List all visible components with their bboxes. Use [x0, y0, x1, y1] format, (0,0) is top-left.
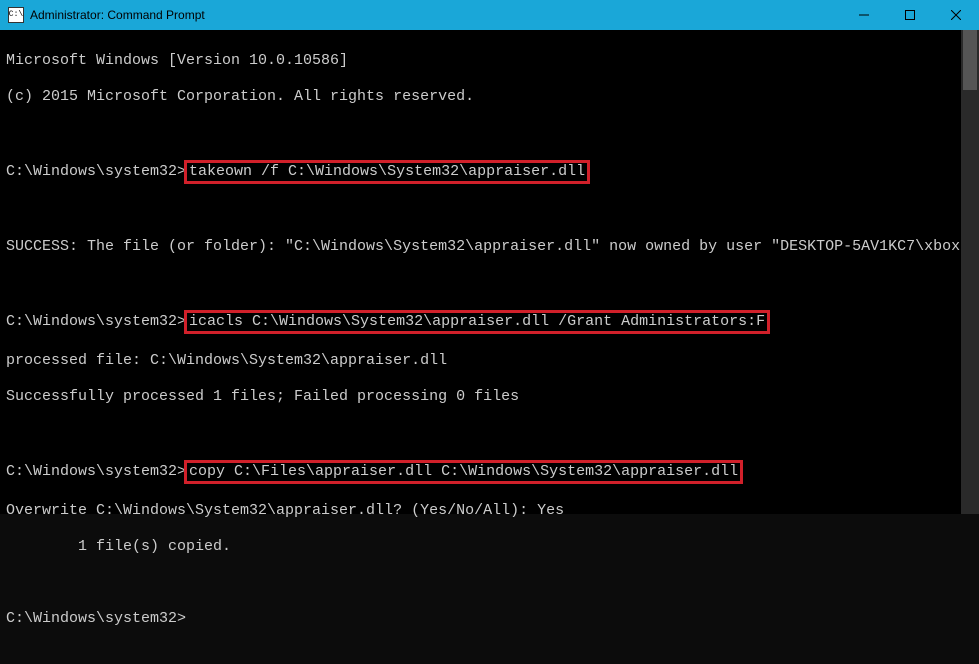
blank-line — [6, 124, 955, 142]
command-line: C:\Windows\system32>copy C:\Files\apprai… — [6, 460, 955, 484]
prompt: C:\Windows\system32> — [6, 163, 186, 180]
blank-line — [6, 202, 955, 220]
blank-line — [6, 274, 955, 292]
scrollbar-thumb[interactable] — [963, 30, 977, 90]
highlighted-command: icacls C:\Windows\System32\appraiser.dll… — [184, 310, 770, 334]
minimize-button[interactable] — [841, 0, 887, 30]
scrollbar[interactable] — [961, 30, 979, 514]
prompt: C:\Windows\system32> — [6, 463, 186, 480]
output-line: Overwrite C:\Windows\System32\appraiser.… — [6, 502, 955, 520]
maximize-button[interactable] — [887, 0, 933, 30]
close-button[interactable] — [933, 0, 979, 30]
output-line: (c) 2015 Microsoft Corporation. All righ… — [6, 88, 955, 106]
output-line: Successfully processed 1 files; Failed p… — [6, 388, 955, 406]
output-line: processed file: C:\Windows\System32\appr… — [6, 352, 955, 370]
highlighted-command: copy C:\Files\appraiser.dll C:\Windows\S… — [184, 460, 743, 484]
output-line: 1 file(s) copied. — [6, 538, 955, 556]
command-line: C:\Windows\system32>icacls C:\Windows\Sy… — [6, 310, 955, 334]
highlighted-command: takeown /f C:\Windows\System32\appraiser… — [184, 160, 590, 184]
output-line: SUCCESS: The file (or folder): "C:\Windo… — [6, 238, 955, 256]
blank-line — [6, 424, 955, 442]
window-titlebar: C:\ Administrator: Command Prompt — [0, 0, 979, 30]
current-prompt[interactable]: C:\Windows\system32> — [6, 610, 955, 628]
prompt: C:\Windows\system32> — [6, 313, 186, 330]
window-title: Administrator: Command Prompt — [30, 8, 205, 22]
command-line: C:\Windows\system32>takeown /f C:\Window… — [6, 160, 955, 184]
terminal-output[interactable]: Microsoft Windows [Version 10.0.10586] (… — [0, 30, 979, 514]
cmd-icon: C:\ — [8, 7, 24, 23]
output-line: Microsoft Windows [Version 10.0.10586] — [6, 52, 955, 70]
blank-line — [6, 574, 955, 592]
